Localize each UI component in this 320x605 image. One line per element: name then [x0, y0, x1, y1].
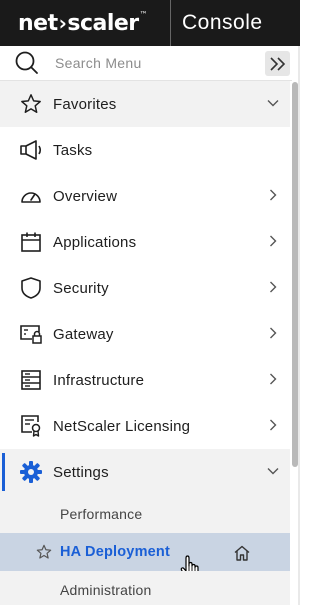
menu-item-overview[interactable]: Overview — [0, 173, 290, 219]
menu-item-licensing[interactable]: NetScaler Licensing — [0, 403, 290, 449]
content-edge — [298, 46, 300, 605]
menu-item-favorites[interactable]: Favorites — [0, 81, 290, 127]
menu-item-label: Applications — [53, 233, 137, 251]
menu-scrollbar[interactable] — [292, 82, 298, 467]
active-section-indicator — [2, 453, 5, 491]
favorite-star-icon[interactable] — [36, 544, 52, 560]
search-input[interactable] — [55, 55, 225, 71]
megaphone-icon — [19, 138, 43, 162]
gear-icon — [19, 460, 43, 484]
shield-icon — [19, 276, 43, 300]
certificate-icon — [19, 414, 43, 438]
calendar-icon — [19, 230, 43, 254]
gateway-lock-icon — [19, 322, 43, 346]
menu-item-applications[interactable]: Applications — [0, 219, 290, 265]
chevron-right-icon — [270, 373, 277, 385]
logo-arrow-icon: › — [58, 11, 67, 35]
chevron-right-icon — [270, 189, 277, 201]
menu-item-label: Infrastructure — [53, 371, 145, 389]
menu-item-label: Tasks — [53, 141, 93, 159]
menu-item-infrastructure[interactable]: Infrastructure — [0, 357, 290, 403]
home-icon[interactable] — [233, 544, 251, 562]
product-title: Console — [182, 11, 263, 34]
menu-item-gateway[interactable]: Gateway — [0, 311, 290, 357]
star-icon — [19, 92, 43, 116]
menu-item-label: Favorites — [53, 95, 117, 113]
navigation-menu: Favorites Tasks Overview Applications Se… — [0, 81, 290, 605]
submenu-item-label: Performance — [60, 506, 143, 522]
menu-item-label: Security — [53, 279, 109, 297]
menu-item-tasks[interactable]: Tasks — [0, 127, 290, 173]
chevron-right-icon — [270, 235, 277, 247]
submenu-item-ha-deployment[interactable]: HA Deployment — [0, 533, 290, 581]
menu-item-label: NetScaler Licensing — [53, 417, 191, 435]
chevron-right-icon — [270, 419, 277, 431]
menu-item-label: Gateway — [53, 325, 114, 343]
chevron-down-icon — [267, 100, 279, 107]
trademark-mark: ™ — [139, 10, 148, 19]
logo-net: net — [18, 10, 58, 36]
chevron-right-icon — [270, 327, 277, 339]
top-bar: net › scaler ™ Console — [0, 0, 300, 46]
submenu-item-label: HA Deployment — [60, 544, 171, 560]
menu-item-label: Overview — [53, 187, 118, 205]
menu-item-label: Settings — [53, 463, 109, 481]
submenu-item-performance[interactable]: Performance — [0, 495, 290, 533]
search-bar — [0, 46, 292, 81]
double-chevron-right-icon — [269, 56, 285, 71]
submenu-item-administration[interactable]: Administration — [0, 571, 290, 605]
menu-item-security[interactable]: Security — [0, 265, 290, 311]
menu-item-settings[interactable]: Settings — [0, 449, 290, 495]
chevron-right-icon — [270, 281, 277, 293]
gauge-icon — [19, 184, 43, 208]
search-icon[interactable] — [14, 50, 40, 76]
server-rack-icon — [19, 368, 43, 392]
logo-scaler: scaler — [67, 10, 139, 36]
submenu-item-label: Administration — [60, 582, 152, 598]
chevron-down-icon — [267, 468, 279, 475]
netscaler-logo[interactable]: net › scaler ™ — [0, 0, 171, 46]
collapse-menu-button[interactable] — [265, 51, 290, 76]
